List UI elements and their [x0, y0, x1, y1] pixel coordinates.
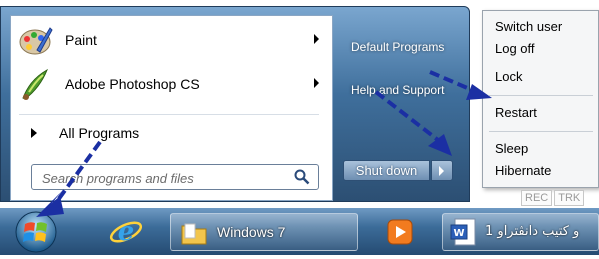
search-box[interactable] [31, 164, 319, 190]
rec-trk-indicator: REC TRK [519, 190, 585, 206]
program-label: Adobe Photoshop CS [65, 76, 200, 92]
expand-arrow-icon [31, 128, 37, 138]
internet-explorer-icon: e [109, 217, 143, 247]
photoshop-icon [17, 66, 53, 102]
menu-item-log-off[interactable]: Log off [495, 41, 535, 56]
trk-label: TRK [554, 190, 585, 206]
shutdown-button[interactable]: Shut down [343, 160, 430, 181]
folder-icon [181, 223, 207, 245]
svg-text:W: W [453, 228, 464, 239]
menu-item-switch-user[interactable]: Switch user [495, 19, 562, 34]
taskbar-ie-button[interactable]: e [98, 213, 154, 251]
search-icon[interactable] [294, 169, 310, 185]
all-programs-item[interactable]: All Programs [31, 122, 139, 144]
menu-item-lock[interactable]: Lock [495, 69, 522, 84]
power-options-menu: Switch user Log off Lock Restart Sleep H… [482, 10, 599, 188]
programs-pane: Paint Adobe Photoshop CS All Programs [10, 15, 333, 201]
taskbar-word-label: و کتیب دانڤتراو 1 [485, 224, 580, 239]
start-orb-button[interactable] [12, 210, 60, 254]
taskbar-media-button[interactable] [373, 213, 429, 251]
rec-label: REC [521, 190, 553, 206]
svg-text:e: e [118, 217, 135, 247]
submenu-arrow-icon [314, 34, 319, 44]
help-support-link[interactable]: Help and Support [351, 83, 444, 97]
word-document-icon: W [450, 218, 476, 246]
menu-item-hibernate[interactable]: Hibernate [495, 163, 551, 178]
menu-item-restart[interactable]: Restart [495, 105, 537, 120]
shutdown-options-button[interactable] [431, 160, 453, 181]
windows-logo-icon [15, 211, 57, 253]
menu-divider [19, 114, 319, 115]
all-programs-label: All Programs [59, 125, 140, 141]
search-input[interactable] [40, 168, 284, 188]
arrow-right-icon [439, 166, 444, 176]
program-label: Paint [65, 32, 97, 48]
menu-separator [489, 95, 593, 96]
submenu-arrow-icon [314, 78, 319, 88]
menu-separator [489, 131, 593, 132]
paint-icon [17, 22, 53, 58]
program-item-paint[interactable]: Paint [17, 20, 327, 60]
taskbar-explorer-button[interactable]: Windows 7 [170, 213, 358, 251]
taskbar-word-button[interactable]: W و کتیب دانڤتراو 1 [442, 213, 599, 251]
program-item-photoshop[interactable]: Adobe Photoshop CS [17, 64, 327, 104]
media-player-icon [387, 219, 413, 245]
menu-item-sleep[interactable]: Sleep [495, 141, 528, 156]
taskbar-explorer-label: Windows 7 [217, 224, 286, 240]
default-programs-link[interactable]: Default Programs [351, 40, 444, 54]
